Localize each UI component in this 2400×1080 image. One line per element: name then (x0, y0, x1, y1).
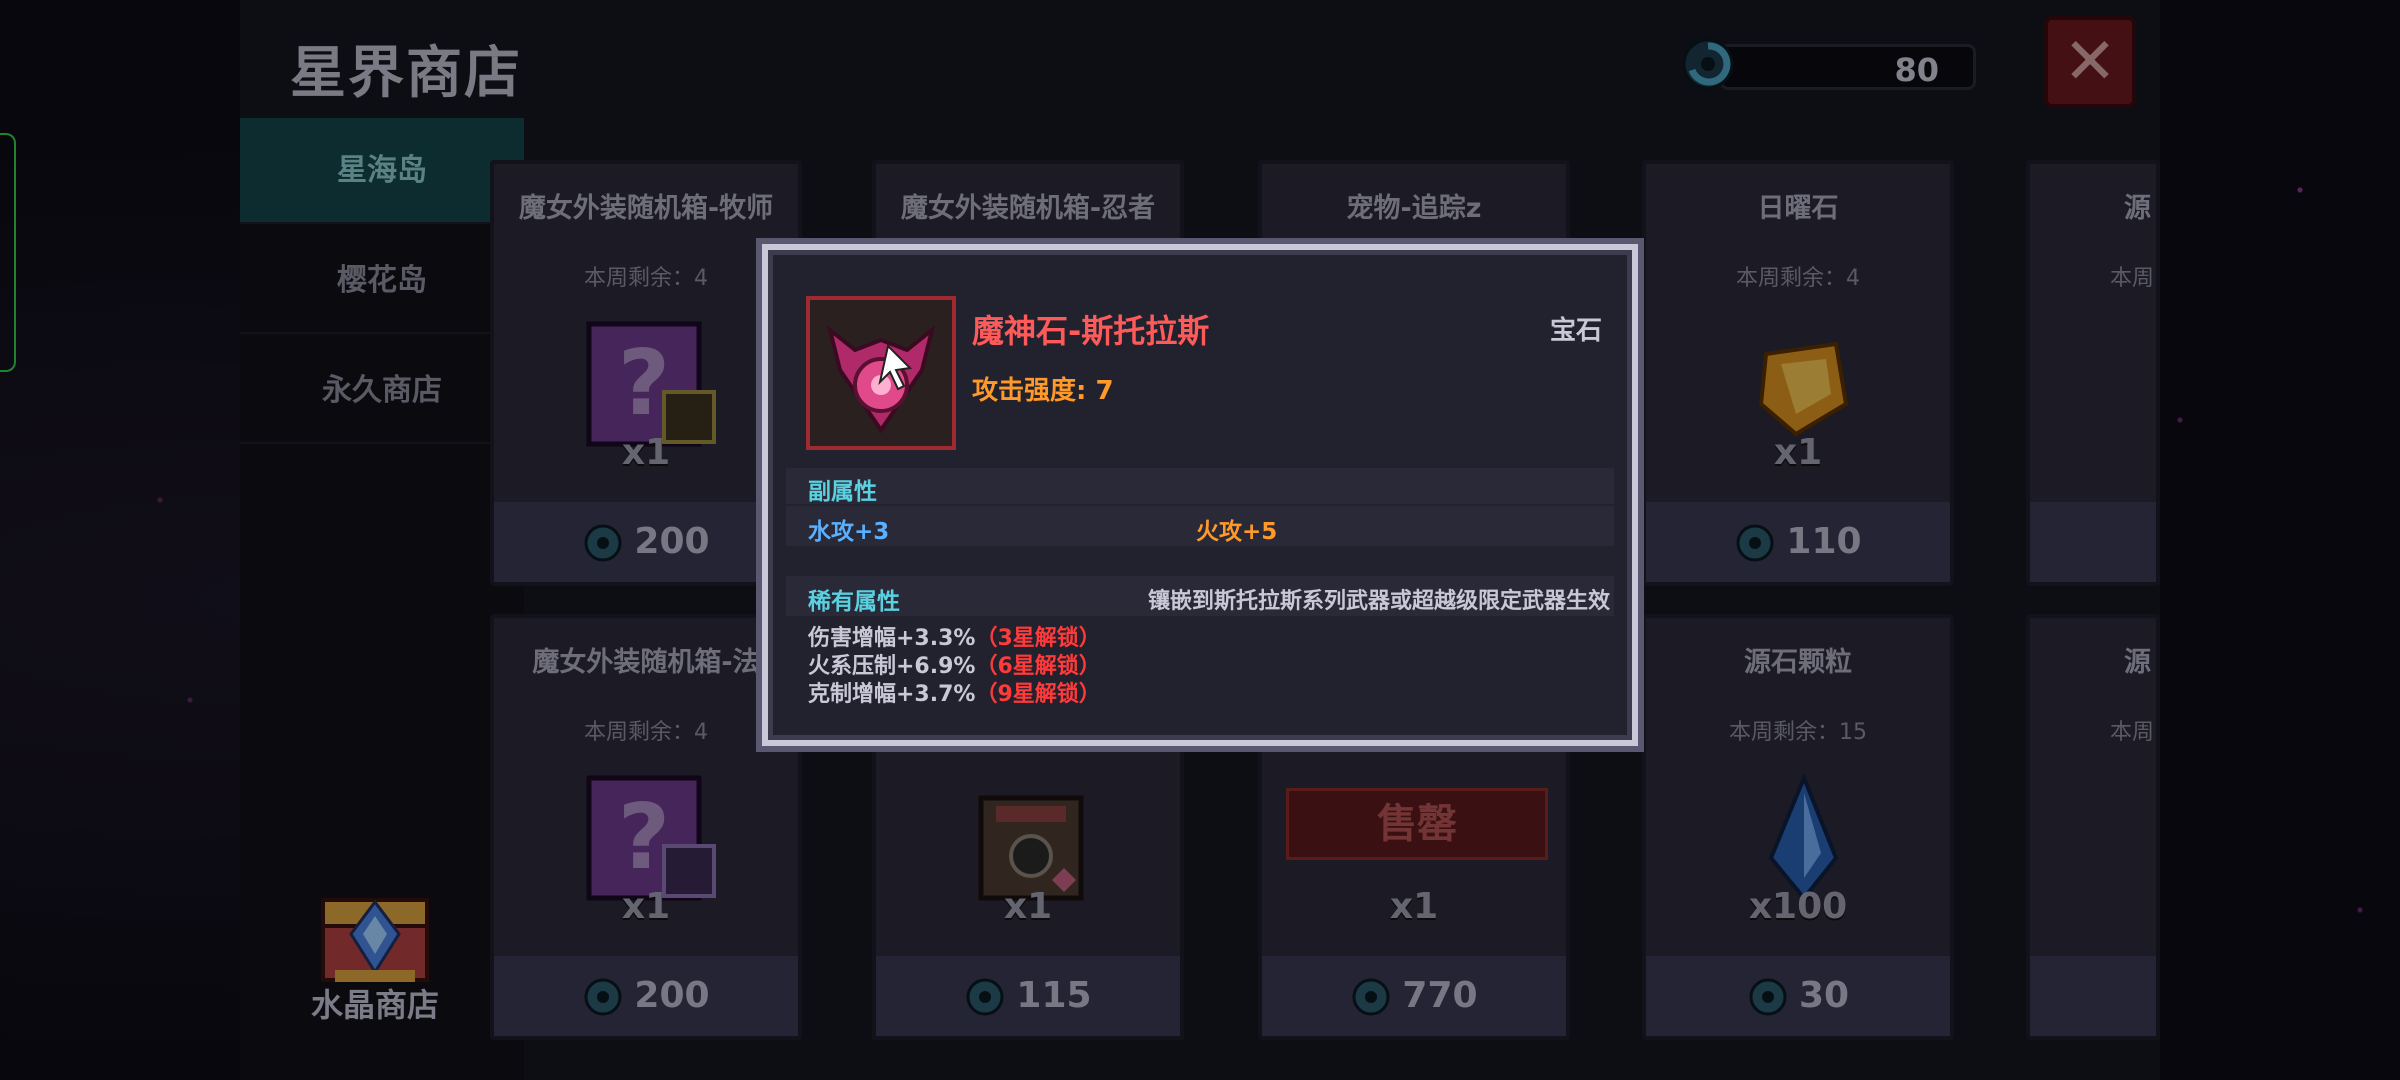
shop-card[interactable]: 日曜石 本周剩余：4 x1 110 (1642, 160, 1954, 586)
item-icon-frame (806, 296, 956, 450)
card-name: 魔女外装随机箱-忍者 (900, 193, 1156, 224)
close-button[interactable]: ✕ (2044, 16, 2136, 108)
sold-out-stamp: 售罄 (1286, 788, 1548, 860)
card-price[interactable]: 110 (1646, 502, 1950, 582)
shop-card[interactable]: 源 本周 (2026, 614, 2160, 1040)
card-quantity: x1 (621, 886, 671, 927)
card-price[interactable]: 30 (1646, 956, 1950, 1036)
card-remaining: 本周剩余：4 (584, 266, 708, 291)
item-type: 宝石 (1549, 316, 1602, 346)
demon-stone-icon (826, 324, 936, 434)
crystal-chest-icon (315, 880, 435, 990)
card-remaining: 本周 (2110, 720, 2155, 745)
card-remaining: 本周 (2110, 266, 2155, 291)
item-name: 魔神石-斯托拉斯 (972, 312, 1210, 350)
card-price-value: 770 (1402, 975, 1478, 1016)
card-price-value: 30 (1798, 975, 1850, 1016)
rare-attr-line: 克制增幅+3.7%（9星解锁） (808, 676, 1101, 708)
card-price[interactable]: 115 (876, 956, 1180, 1036)
crystal-shop-button[interactable]: 水晶商店 (305, 880, 445, 1026)
card-price[interactable]: 200 (494, 502, 798, 582)
gear-coin-icon (584, 978, 622, 1016)
card-price-value: 110 (1786, 521, 1862, 562)
tab-xinghai-island[interactable]: 星海岛 (240, 118, 524, 224)
shop-card[interactable]: 源石颗粒 本周剩余：15 x100 30 (1642, 614, 1954, 1040)
item-attack: 攻击强度: 7 (972, 376, 1114, 406)
card-name: 日曜石 (1757, 193, 1839, 224)
card-name: 源石颗粒 (1744, 647, 1852, 678)
card-quantity: x1 (1773, 432, 1823, 473)
currency-display: 80 (1680, 36, 1976, 92)
shop-card[interactable]: 魔女外装随机箱-牧师 本周剩余：4 ? x1 200 (490, 160, 802, 586)
card-name: 魔女外装随机箱-牧师 (518, 193, 774, 224)
card-remaining: 本周剩余：4 (1736, 266, 1860, 291)
sub-attr-fire: 火攻+5 (1196, 519, 1278, 545)
gear-coin-icon (1736, 524, 1774, 562)
gear-coin-icon (1682, 38, 1734, 90)
sub-attr-header: 副属性 (808, 479, 877, 505)
card-price-value: 200 (634, 975, 710, 1016)
rare-attr-text: 克制增幅+3.7% (808, 682, 976, 707)
card-price[interactable]: 200 (494, 956, 798, 1036)
item-tooltip: 魔神石-斯托拉斯 宝石 攻击强度: 7 副属性 水攻+3 火攻+5 稀有属性 镶… (762, 244, 1638, 746)
gear-coin-icon (1749, 978, 1787, 1016)
card-remaining: 本周剩余：4 (584, 720, 708, 745)
currency-amount: 80 (1894, 51, 1939, 89)
shop-title: 星界商店 (290, 41, 522, 106)
gear-coin-icon (1352, 978, 1390, 1016)
shop-card[interactable]: 魔女外装随机箱-法 本周剩余：4 ? x1 200 (490, 614, 802, 1040)
card-name: 宠物-追踪z (1346, 193, 1482, 224)
card-price[interactable]: 770 (1262, 956, 1566, 1036)
card-price-value: 115 (1016, 975, 1092, 1016)
card-price[interactable] (2030, 502, 2156, 582)
sub-attr-header-row: 副属性 (786, 468, 1614, 505)
sub-attr-water: 水攻+3 (808, 519, 890, 545)
card-name: 源 (2124, 647, 2151, 678)
rare-attr-header: 稀有属性 (808, 589, 900, 615)
side-edge-frame (0, 133, 16, 372)
card-quantity: x100 (1748, 886, 1848, 927)
rare-attr-lock: （9星解锁） (975, 682, 1101, 707)
card-quantity: x1 (621, 432, 671, 473)
card-quantity: x1 (1003, 886, 1053, 927)
card-price[interactable] (2030, 956, 2156, 1036)
card-remaining: 本周剩余：15 (1729, 720, 1867, 745)
gear-coin-icon (584, 524, 622, 562)
gear-coin-icon (966, 978, 1004, 1016)
shop-card[interactable]: 源 本周 (2026, 160, 2160, 586)
card-quantity: x1 (1389, 886, 1439, 927)
rare-attr-note: 镶嵌到斯托拉斯系列武器或超越级限定武器生效 (1147, 589, 1610, 614)
card-name: 魔女外装随机箱-法 (532, 647, 760, 678)
card-price-value: 200 (634, 521, 710, 562)
currency-bar: 80 (1720, 44, 1976, 90)
tab-sakura-island[interactable]: 樱花岛 (240, 228, 524, 334)
tab-permanent-shop[interactable]: 永久商店 (240, 338, 524, 444)
card-name: 源 (2124, 193, 2151, 224)
